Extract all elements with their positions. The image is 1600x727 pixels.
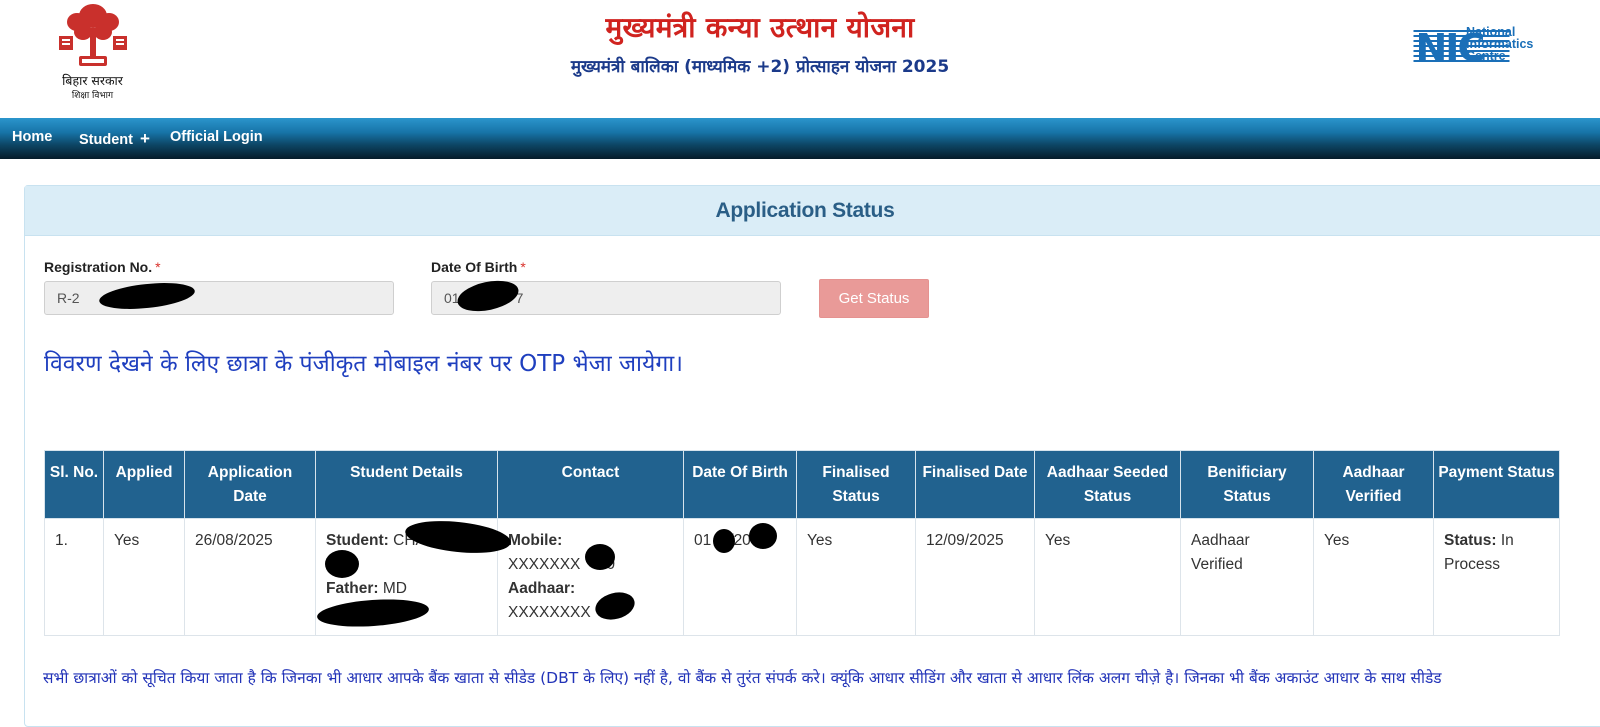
cell-payment-status: Status: In Process xyxy=(1433,518,1560,636)
col-application-date: Application Date xyxy=(184,450,316,519)
redaction-mark xyxy=(325,550,359,578)
get-status-button[interactable]: Get Status xyxy=(819,279,929,318)
site-header: बिहार सरकार शिक्षा विभाग मुख्यमंत्री कन्… xyxy=(0,0,1600,118)
col-applied: Applied xyxy=(103,450,185,519)
nav-student[interactable]: Student + xyxy=(79,129,150,149)
scheme-subtitle: मुख्यमंत्री बालिका (माध्यमिक +2) प्रोत्स… xyxy=(570,57,950,77)
plus-icon: + xyxy=(140,129,150,148)
redaction-mark xyxy=(749,523,777,549)
col-date-of-birth: Date Of Birth xyxy=(683,450,797,519)
nav-official-login[interactable]: Official Login xyxy=(170,129,263,145)
cell-sl: 1. xyxy=(44,518,104,636)
col-aadhaar-seeded: Aadhaar Seeded Status xyxy=(1034,450,1181,519)
cell-finalised-date: 12/09/2025 xyxy=(915,518,1035,636)
cell-date-of-birth: 01/20 xyxy=(683,518,797,636)
main-navbar: Home Student + Official Login xyxy=(0,118,1600,159)
cell-beneficiary-status: Aadhaar Verified xyxy=(1180,518,1314,636)
application-status-table: Sl. No. Applied Application Date Student… xyxy=(44,450,1560,636)
cell-contact: Mobile: XXXXXXX0 Aadhaar: XXXXXXXX2 xyxy=(497,518,684,636)
redaction-mark xyxy=(713,529,735,553)
redaction-mark xyxy=(585,544,615,570)
logo-caption-department: शिक्षा विभाग xyxy=(71,91,114,101)
panel-header: Application Status xyxy=(25,186,1600,236)
col-payment-status: Payment Status xyxy=(1433,450,1560,519)
cell-applied: Yes xyxy=(103,518,185,636)
cell-aadhaar-verified: Yes xyxy=(1313,518,1434,636)
nav-home[interactable]: Home xyxy=(12,129,52,145)
aadhaar-seeding-notice: सभी छात्राओं को सूचित किया जाता है कि जि… xyxy=(43,669,1442,687)
nav-student-label: Student xyxy=(79,132,133,148)
col-sl-no: Sl. No. xyxy=(44,450,104,519)
otp-message: विवरण देखने के लिए छात्रा के पंजीकृत मोब… xyxy=(44,351,683,377)
col-beneficiary-status: Benificiary Status xyxy=(1180,450,1314,519)
application-status-panel: Application Status Registration No. * R-2… xyxy=(24,185,1600,727)
table-header-row: Sl. No. Applied Application Date Student… xyxy=(44,450,1560,519)
col-aadhaar-verified: Aadhaar Verified xyxy=(1313,450,1434,519)
dob-label: Date Of Birth * xyxy=(431,259,526,275)
nic-wordmark: National Informatics Centre xyxy=(1466,25,1534,63)
registration-input[interactable]: R-2 xyxy=(44,281,394,315)
scheme-title: मुख्यमंत्री कन्या उत्थान योजना xyxy=(605,11,915,44)
cell-finalised-status: Yes xyxy=(796,518,916,636)
registration-label: Registration No. * xyxy=(44,259,161,275)
col-student-details: Student Details xyxy=(315,450,498,519)
table-row: 1. Yes 26/08/2025 Student: CHA PI Father… xyxy=(44,518,1560,636)
col-contact: Contact xyxy=(497,450,684,519)
col-finalised-status: Finalised Status xyxy=(796,450,916,519)
cell-aadhaar-seeded: Yes xyxy=(1034,518,1181,636)
col-finalised-date: Finalised Date xyxy=(915,450,1035,519)
panel-title: Application Status xyxy=(715,199,895,222)
cell-application-date: 26/08/2025 xyxy=(184,518,316,636)
